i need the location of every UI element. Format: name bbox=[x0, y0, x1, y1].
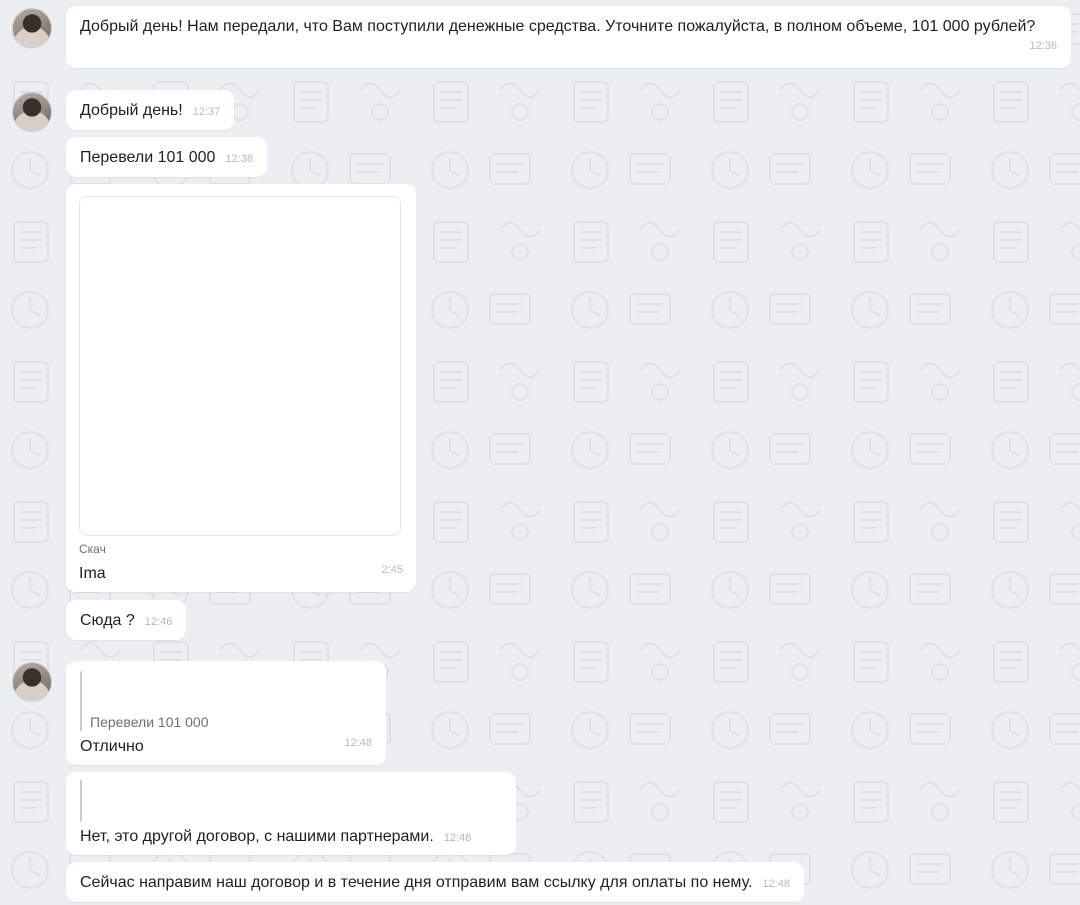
message-bubble[interactable]: Сюда ? 12:46 bbox=[66, 600, 187, 640]
message-time: 12:48 bbox=[443, 832, 472, 844]
avatar[interactable] bbox=[12, 92, 52, 132]
message-text: Сюда ? bbox=[80, 612, 135, 629]
message-text: Нет, это другой договор, с нашими партне… bbox=[80, 825, 471, 850]
message-text: Отлично bbox=[80, 738, 144, 755]
message-bubble[interactable]: Добрый день! Нам передали, что Вам посту… bbox=[66, 6, 1071, 68]
message-time: 12:48 bbox=[344, 737, 372, 749]
message-bubble[interactable]: Перевели 101 000 12:38 bbox=[66, 137, 267, 177]
quoted-message-text[interactable]: Перевели 101 000 bbox=[90, 711, 209, 734]
reply-message-bubble[interactable]: Нет, это другой договор, с нашими партне… bbox=[66, 772, 516, 855]
message-time: 12:36 bbox=[1029, 40, 1057, 52]
message-time: 12:46 bbox=[144, 616, 173, 628]
message-text-content: Нет, это другой договор, с нашими партне… bbox=[80, 828, 434, 845]
image-caption: Ima bbox=[79, 565, 106, 582]
message-bubble[interactable]: Сейчас направим наш договор и в течение … bbox=[66, 862, 804, 902]
message-time: 12:38 bbox=[225, 153, 253, 165]
message-text: Добрый день! Нам передали, что Вам посту… bbox=[80, 18, 1036, 35]
reply-message-bubble[interactable]: Перевели 101 000 Отлично 12:48 bbox=[66, 661, 386, 765]
quote-bar bbox=[80, 780, 82, 822]
message-time: 12:37 bbox=[192, 106, 221, 118]
image-message-bubble[interactable]: Скач Ima 2:45 bbox=[66, 184, 416, 592]
message-time: 2:45 bbox=[381, 564, 403, 576]
image-attachment[interactable] bbox=[79, 196, 401, 536]
download-label[interactable]: Скач bbox=[79, 538, 106, 561]
message-text: Сейчас направим наш договор и в течение … bbox=[80, 874, 753, 891]
message-time: 12:48 bbox=[762, 878, 790, 890]
quote-bar bbox=[80, 671, 82, 731]
message-bubble[interactable]: Добрый день! 12:37 bbox=[66, 90, 235, 130]
avatar[interactable] bbox=[12, 662, 52, 702]
message-text: Добрый день! bbox=[80, 102, 183, 119]
avatar[interactable] bbox=[12, 8, 52, 48]
message-text: Перевели 101 000 bbox=[80, 149, 216, 166]
